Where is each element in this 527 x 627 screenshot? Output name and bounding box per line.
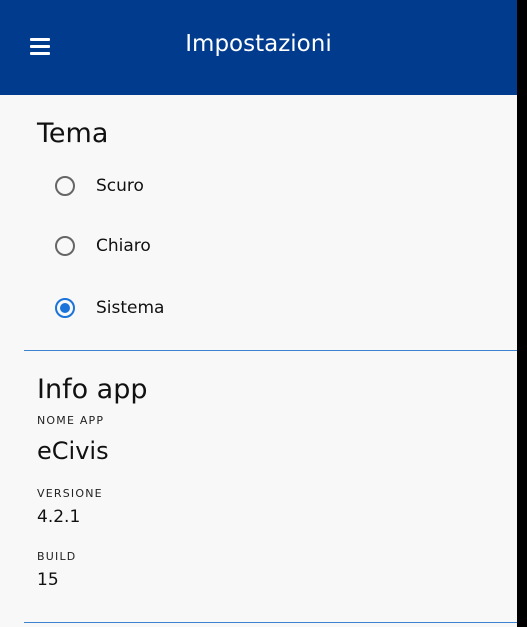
theme-option-label: Sistema xyxy=(96,298,165,318)
settings-screen: Impostazioni Tema Scuro Chiaro Sistema I… xyxy=(0,0,517,627)
theme-option-label: Chiaro xyxy=(96,236,151,256)
theme-option-scuro[interactable]: Scuro xyxy=(55,171,144,201)
version-value: 4.2.1 xyxy=(37,507,81,527)
theme-section-title: Tema xyxy=(37,118,109,149)
version-label: VERSIONE xyxy=(37,487,103,500)
app-bar: Impostazioni xyxy=(0,0,517,95)
app-name-value: eCivis xyxy=(37,437,109,465)
page-title: Impostazioni xyxy=(185,31,332,57)
radio-unchecked-icon[interactable] xyxy=(55,176,75,196)
build-label: BUILD xyxy=(37,550,77,563)
section-divider xyxy=(24,350,517,351)
theme-option-sistema[interactable]: Sistema xyxy=(55,293,164,323)
app-name-label: NOME APP xyxy=(37,414,105,427)
section-divider xyxy=(24,622,517,623)
theme-option-chiaro[interactable]: Chiaro xyxy=(55,231,151,261)
build-value: 15 xyxy=(37,570,59,590)
radio-checked-icon[interactable] xyxy=(55,298,75,318)
info-section-title: Info app xyxy=(37,374,148,405)
theme-option-label: Scuro xyxy=(96,176,144,196)
radio-unchecked-icon[interactable] xyxy=(55,236,75,256)
